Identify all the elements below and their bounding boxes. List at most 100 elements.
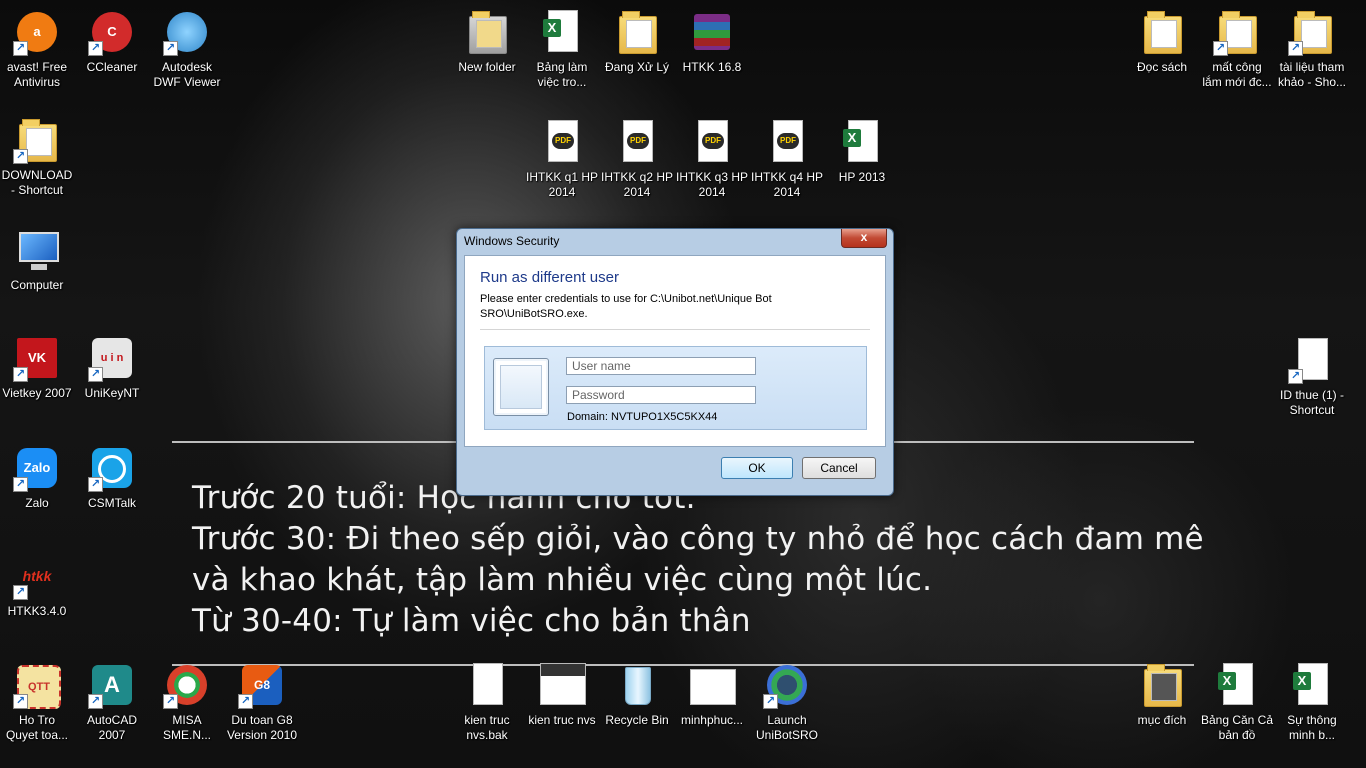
pdf-icon	[548, 120, 578, 162]
icon-label: Sự thông minh b...	[1287, 713, 1337, 742]
icon-label: Ho Tro Quyet toa...	[5, 713, 69, 742]
desktop-icon-hp-2013[interactable]: HP 2013	[825, 118, 899, 185]
desktop-icon-kien-truc-bak[interactable]: kien truc nvs.bak	[450, 661, 524, 743]
dialog-title: Windows Security	[464, 234, 560, 248]
document-icon	[473, 663, 503, 705]
desktop-icon-ihtkk-q1[interactable]: IHTKK q1 HP 2014	[525, 118, 599, 200]
ok-button[interactable]: OK	[721, 457, 793, 479]
icon-label: Đang Xử Lý	[604, 60, 670, 74]
icon-label: avast! Free Antivirus	[6, 60, 68, 89]
quote-line: Trước 30: Đi theo sếp giỏi, vào công ty …	[192, 521, 1204, 557]
image-icon	[540, 663, 586, 705]
desktop-icon-ccleaner[interactable]: C ↗ CCleaner	[75, 8, 149, 75]
desktop-icon-dang-xu-ly[interactable]: Đang Xử Lý	[600, 8, 674, 75]
desktop-icon-unikey[interactable]: u i n ↗ UniKeyNT	[75, 334, 149, 401]
desktop-icon-bang-can-ca[interactable]: Bảng Căn Cả bản đồ	[1200, 661, 1274, 743]
icon-label: New folder	[458, 60, 516, 74]
desktop-icon-su-thong-minh[interactable]: Sự thông minh b...	[1275, 661, 1349, 743]
desktop-icon-mat-cong[interactable]: ↗ mất công lắm mới đc...	[1200, 8, 1274, 90]
desktop-icon-du-toan[interactable]: G8 ↗ Du toan G8 Version 2010	[225, 661, 299, 743]
computer-icon	[19, 232, 59, 270]
icon-label: Recycle Bin	[605, 713, 669, 727]
icon-label: Du toan G8 Version 2010	[226, 713, 298, 742]
icon-label: mục đích	[1137, 713, 1187, 727]
icon-label: Bảng làm việc tro...	[536, 60, 588, 89]
desktop-icon-dwf-viewer[interactable]: ↗ Autodesk DWF Viewer	[150, 8, 224, 90]
icon-label: Đọc sách	[1136, 60, 1188, 74]
folder-icon	[1144, 11, 1182, 54]
desktop-icon-download-shortcut[interactable]: ↗ DOWNLOAD - Shortcut	[0, 116, 74, 198]
excel-icon	[543, 10, 578, 52]
icon-label: Zalo	[25, 496, 49, 510]
desktop-icon-ihtkk-q4[interactable]: IHTKK q4 HP 2014	[750, 118, 824, 200]
desktop-icon-vietkey[interactable]: VK ↗ Vietkey 2007	[0, 334, 74, 401]
desktop-icon-doc-sach[interactable]: Đọc sách	[1125, 8, 1199, 75]
icon-label: Computer	[10, 278, 64, 292]
icon-label: IHTKK q2 HP 2014	[600, 170, 674, 199]
icon-label: ID thue (1) - Shortcut	[1279, 388, 1345, 417]
icon-label: AutoCAD 2007	[86, 713, 138, 742]
folder-icon	[1144, 664, 1182, 707]
folder-icon	[619, 11, 657, 54]
password-input[interactable]	[566, 386, 756, 404]
icon-label: CCleaner	[86, 60, 138, 74]
dialog-body: Run as different user Please enter crede…	[464, 255, 886, 447]
wallpaper-quote: Trước 20 tuổi: Học hành cho tốt. Trước 3…	[192, 478, 1292, 642]
desktop-icon-ho-tro[interactable]: QTT ↗ Ho Tro Quyet toa...	[0, 661, 74, 743]
icon-label: IHTKK q4 HP 2014	[750, 170, 824, 199]
desktop-icon-bang-lam-viec[interactable]: Bảng làm việc tro...	[525, 8, 599, 90]
desktop-icon-new-folder[interactable]: New folder	[450, 8, 524, 75]
pdf-icon	[698, 120, 728, 162]
icon-label: tài liệu tham khảo - Sho...	[1277, 60, 1347, 89]
pdf-icon	[773, 120, 803, 162]
close-icon: x	[860, 230, 868, 244]
icon-label: MISA SME.N...	[162, 713, 211, 742]
icon-label: Vietkey 2007	[2, 386, 72, 400]
dialog-footer: OK Cancel	[464, 447, 884, 487]
icon-label: HTKK 16.8	[682, 60, 742, 74]
desktop-icon-muc-dich[interactable]: mục đích	[1125, 661, 1199, 728]
folder-icon	[469, 11, 507, 54]
icon-label: Launch UniBotSRO	[755, 713, 819, 742]
icon-label: kien truc nvs.bak	[464, 713, 510, 742]
desktop-icon-launch-unibot[interactable]: ↗ Launch UniBotSRO	[750, 661, 824, 743]
winrar-icon	[694, 14, 730, 50]
excel-icon	[1293, 663, 1328, 705]
excel-icon	[843, 120, 878, 162]
quote-line: và khao khát, tập làm nhiều việc cùng mộ…	[192, 562, 933, 598]
icon-label: IHTKK q3 HP 2014	[675, 170, 749, 199]
close-button[interactable]: x	[841, 229, 887, 248]
desktop-icon-zalo[interactable]: Zalo ↗ Zalo	[0, 444, 74, 511]
icon-label: mất công lắm mới đc...	[1202, 60, 1272, 89]
desktop-icon-avast[interactable]: a ↗ avast! Free Antivirus	[0, 8, 74, 90]
desktop-icon-id-thue[interactable]: ↗ ID thue (1) - Shortcut	[1275, 336, 1349, 418]
icon-label: minhphuc...	[680, 713, 744, 727]
username-input[interactable]	[566, 357, 756, 375]
domain-label: Domain: NVTUPO1X5C5KX44	[567, 411, 718, 423]
desktop-icon-htkk340[interactable]: htkk ↗ HTKK3.4.0	[0, 552, 74, 619]
excel-icon	[1218, 663, 1253, 705]
desktop-icon-ihtkk-q3[interactable]: IHTKK q3 HP 2014	[675, 118, 749, 200]
desktop-icon-csmtalk[interactable]: ↗ CSMTalk	[75, 444, 149, 511]
icon-label: Bảng Căn Cả bản đồ	[1200, 713, 1274, 742]
desktop-icon-kien-truc-nvs[interactable]: kien truc nvs	[525, 661, 599, 728]
desktop-icon-computer[interactable]: Computer	[0, 226, 74, 293]
icon-label: CSMTalk	[87, 496, 136, 510]
icon-label: UniKeyNT	[84, 386, 140, 400]
credential-tile[interactable]: Domain: NVTUPO1X5C5KX44	[484, 346, 867, 430]
desktop-icon-recycle-bin[interactable]: Recycle Bin	[600, 661, 674, 728]
desktop-icon-htkk-168[interactable]: HTKK 16.8	[675, 8, 749, 75]
desktop-icon-misa[interactable]: ↗ MISA SME.N...	[150, 661, 224, 743]
icon-label: DOWNLOAD - Shortcut	[1, 168, 73, 197]
desktop-icon-autocad[interactable]: A ↗ AutoCAD 2007	[75, 661, 149, 743]
windows-security-dialog: Windows Security x Run as different user…	[456, 228, 894, 496]
dialog-heading: Run as different user	[480, 269, 619, 286]
desktop-icon-tai-lieu[interactable]: ↗ tài liệu tham khảo - Sho...	[1275, 8, 1349, 90]
desktop-icon-ihtkk-q2[interactable]: IHTKK q2 HP 2014	[600, 118, 674, 200]
desktop-icon-minhphuc[interactable]: minhphuc...	[675, 661, 749, 728]
image-icon	[690, 669, 736, 705]
cancel-button[interactable]: Cancel	[802, 457, 876, 479]
icon-label: HP 2013	[838, 170, 886, 184]
quote-line: Từ 30-40: Tự làm việc cho bản thân	[192, 603, 751, 639]
divider	[480, 329, 870, 330]
